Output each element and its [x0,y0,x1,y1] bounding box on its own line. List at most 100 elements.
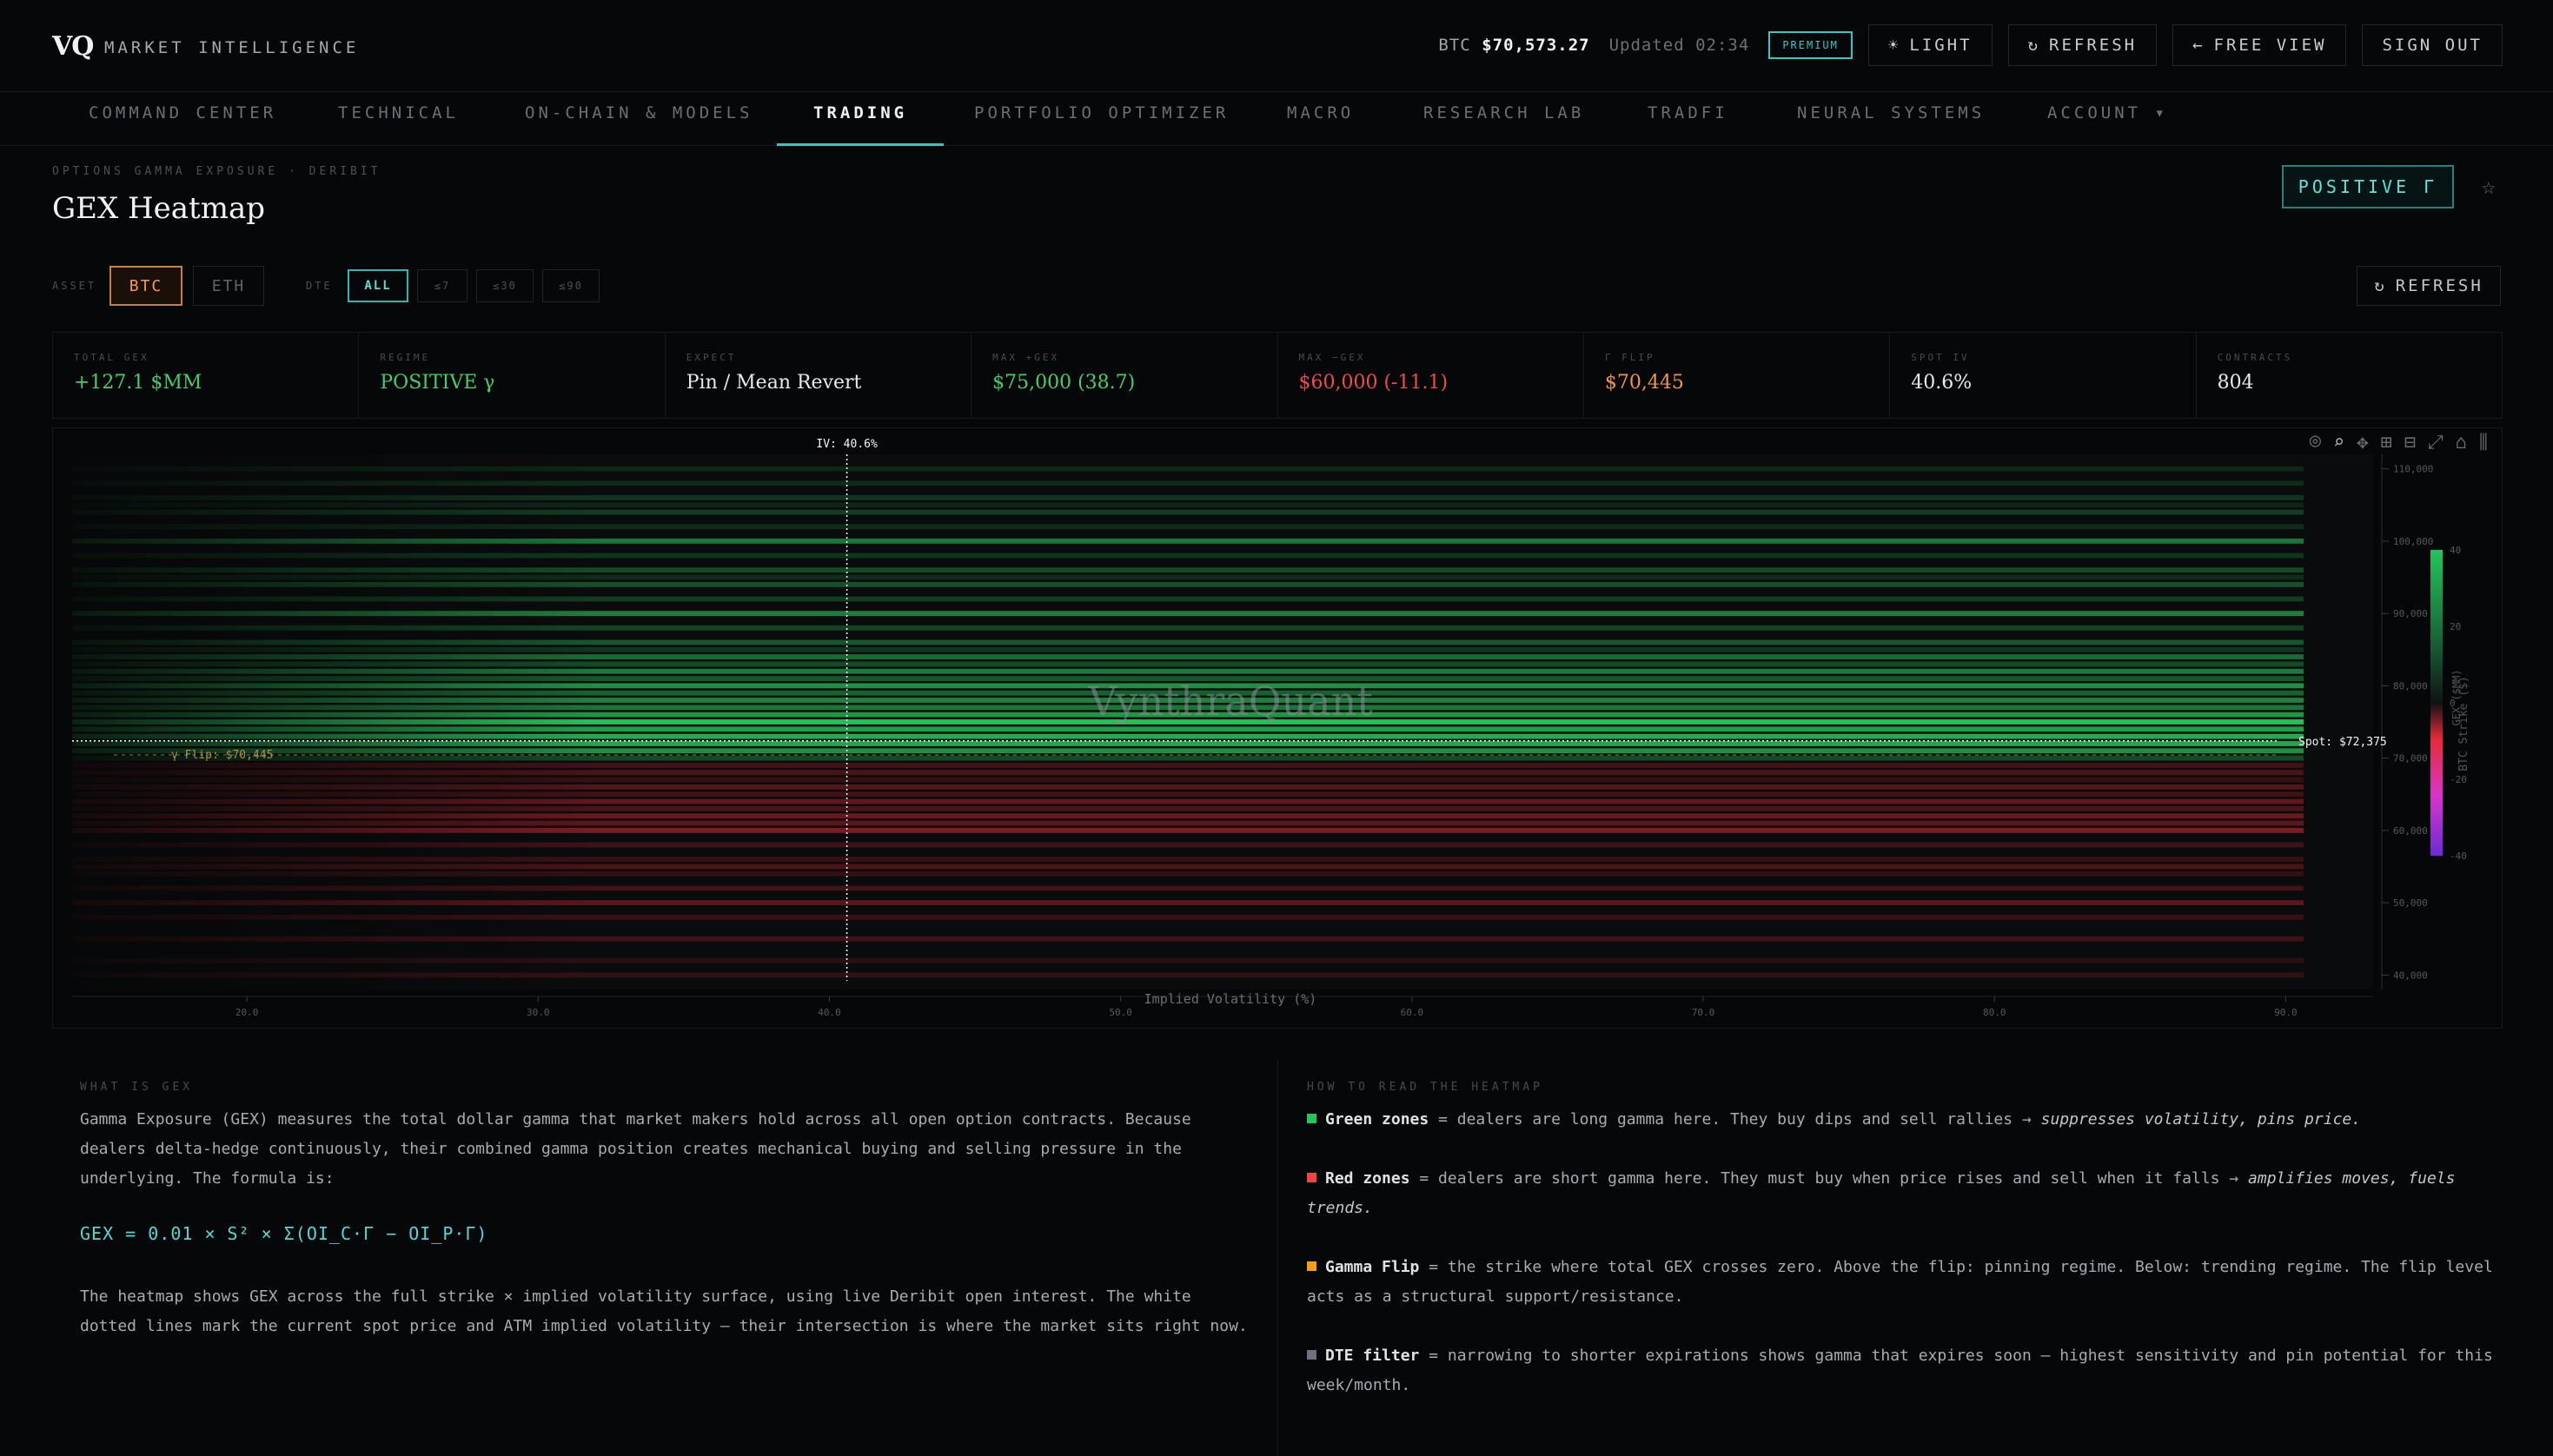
section-divider [1277,1060,1278,1456]
nav-on-chain[interactable]: ON-CHAIN & MODELS [525,92,753,146]
stat-value: +127.1 $MM [74,372,202,394]
refresh-button[interactable]: ↻ REFRESH [2357,266,2501,306]
home-icon[interactable]: ⌂ [2456,432,2467,453]
zoom-icon[interactable]: ⌕ [2333,432,2344,453]
sign-out-button[interactable]: SIGN OUT [2362,24,2503,66]
free-view-label: FREE VIEW [2213,36,2327,55]
dte-7[interactable]: ≤7 [417,269,467,302]
how-to-read-title: HOW TO READ THE HEATMAP [1307,1081,1544,1094]
gray-square-icon [1307,1350,1316,1360]
nav-research-lab[interactable]: RESEARCH LAB [1423,92,1584,146]
legend-dte-filter: DTE filter = narrowing to shorter expira… [1307,1341,2497,1400]
header-actions: BTC $70,573.27 Updated 02:34 PREMIUM ☀ LI… [1438,24,2503,66]
x-axis-label: Implied Volatility (%) [1144,991,1317,1007]
paragraph-line: Gamma Exposure (GEX) measures the total … [80,1110,1191,1128]
autoscale-icon[interactable]: ⤢ [2428,432,2444,453]
stat-gamma-flip: Γ FLIP $70,445 [1584,333,1891,418]
nav-macro[interactable]: MACRO [1287,92,1354,146]
refresh-icon: ↻ [2374,276,2387,295]
x-tick-label: 30.0 [527,1007,550,1018]
colorbar-tick-label: 20 [2450,621,2461,632]
plotly-logo-icon[interactable]: ⫼ [2479,432,2488,453]
legend-green-zones: Green zones = dealers are long gamma her… [1307,1105,2497,1135]
x-tick-label: 60.0 [1401,1007,1424,1018]
left-fade [72,454,593,989]
paragraph-line: dealers delta-hedge continuously, their … [80,1140,1182,1158]
y-tick-label: 110,000 [2393,464,2433,475]
orange-square-icon [1307,1261,1316,1271]
bullet-text: = dealers are short gamma here. They mus… [1409,1169,2249,1188]
green-square-icon [1307,1114,1316,1123]
y-tick-label: 40,000 [2393,970,2428,981]
regime-badge: POSITIVE Γ [2282,165,2454,208]
bullet-text: = the strike where total GEX crosses zer… [1307,1258,2493,1306]
nav-neural-systems[interactable]: NEURAL SYSTEMS [1797,92,1985,146]
zoom-in-icon[interactable]: ⊞ [2381,432,2392,453]
light-mode-button[interactable]: ☀ LIGHT [1867,24,1993,66]
camera-icon[interactable]: ⌾ [2310,432,2321,453]
legend-gamma-flip: Gamma Flip = the strike where total GEX … [1307,1253,2497,1312]
asset-eth[interactable]: ETH [193,266,264,306]
paragraph-line: underlying. The formula is: [80,1169,335,1188]
y-tick-label: 50,000 [2393,897,2428,909]
stat-label: MAX −GEX [1298,352,1366,363]
paragraph-line: The heatmap shows GEX across the full st… [80,1287,1191,1306]
nav-command-center[interactable]: COMMAND CENTER [89,92,276,146]
logo[interactable]: VQ [52,31,94,62]
stat-value: 40.6% [1911,372,1973,394]
colorbar-tick-label: 40 [2450,545,2461,556]
legend-red-zones: Red zones = dealers are short gamma here… [1307,1164,2497,1223]
x-tick-label: 70.0 [1692,1007,1715,1018]
heatmap-svg[interactable]: 20.0 30.0 40.0 50.0 60.0 70.0 80.0 90.0 110,000 1… [53,428,2502,1028]
x-tick-label: 40.0 [818,1007,841,1018]
premium-badge: PREMIUM [1768,31,1853,59]
dte-90[interactable]: ≤90 [542,269,600,302]
x-tick-label: 90.0 [2274,1007,2298,1018]
watermark: VynthraQuant [1087,678,1373,725]
star-icon[interactable]: ☆ [2482,174,2496,200]
spot-label: Spot: $72,375 [2298,736,2387,749]
bullet-text: = dealers are long gamma here. They buy … [1429,1110,2041,1128]
updated-time: Updated 02:34 [1608,36,1750,55]
light-label: LIGHT [1909,36,1973,55]
dte-30[interactable]: ≤30 [476,269,534,302]
nav-account[interactable]: ACCOUNT ▾ [2047,92,2168,146]
nav-technical[interactable]: TECHNICAL [338,92,459,146]
free-view-button[interactable]: ← FREE VIEW [2172,24,2347,66]
stat-value: 804 [2217,372,2254,394]
stats-row: TOTAL GEX +127.1 $MM REGIME POSITIVE γ EXP… [52,332,2503,419]
page-kicker: OPTIONS GAMMA EXPOSURE · DERIBIT [52,165,381,178]
stat-max-positive-gex: MAX +GEX $75,000 (38.7) [971,333,1278,418]
page-title: GEX Heatmap [52,191,265,226]
refresh-icon: ↻ [2027,36,2040,55]
refresh-label: REFRESH [2395,276,2483,295]
nav-tradfi[interactable]: TRADFI [1648,92,1728,146]
bullet-term: Gamma Flip [1325,1258,1420,1276]
gex-heatmap-chart[interactable]: 20.0 30.0 40.0 50.0 60.0 70.0 80.0 90.0 110,000 1… [52,427,2503,1029]
x-tick-label: 20.0 [235,1007,259,1018]
stat-value: $70,445 [1604,372,1684,394]
stat-expect: EXPECT Pin / Mean Revert [666,333,972,418]
y-tick-label: 100,000 [2393,536,2433,547]
stat-label: MAX +GEX [992,352,1060,363]
top-bar: VQ MARKET INTELLIGENCE BTC $70,573.27 Up… [0,0,2553,92]
nav-portfolio-optimizer[interactable]: PORTFOLIO OPTIMIZER [974,92,1229,146]
dte-all[interactable]: ALL [348,269,408,302]
stat-value: $75,000 (38.7) [992,372,1136,394]
what-is-gex-title: WHAT IS GEX [80,1081,194,1094]
y-tick-label: 60,000 [2393,825,2428,837]
bullet-term: DTE filter [1325,1347,1420,1365]
bullet-term: Green zones [1325,1110,1429,1128]
sun-icon: ☀ [1887,36,1901,55]
main-nav: COMMAND CENTER TECHNICAL ON-CHAIN & MODE… [0,92,2553,146]
zoom-out-icon[interactable]: ⊟ [2404,432,2416,453]
nav-trading[interactable]: TRADING [776,92,945,146]
header-refresh-button[interactable]: ↻ REFRESH [2007,24,2158,66]
stat-regime: REGIME POSITIVE γ [359,333,666,418]
asset-btc[interactable]: BTC [109,266,182,306]
pan-icon[interactable]: ✥ [2357,432,2368,453]
what-is-gex-paragraph: Gamma Exposure (GEX) measures the total … [80,1105,1191,1194]
price-label: BTC [1438,36,1471,55]
dte-label: DTE [306,280,333,292]
stat-total-gex: TOTAL GEX +127.1 $MM [53,333,360,418]
